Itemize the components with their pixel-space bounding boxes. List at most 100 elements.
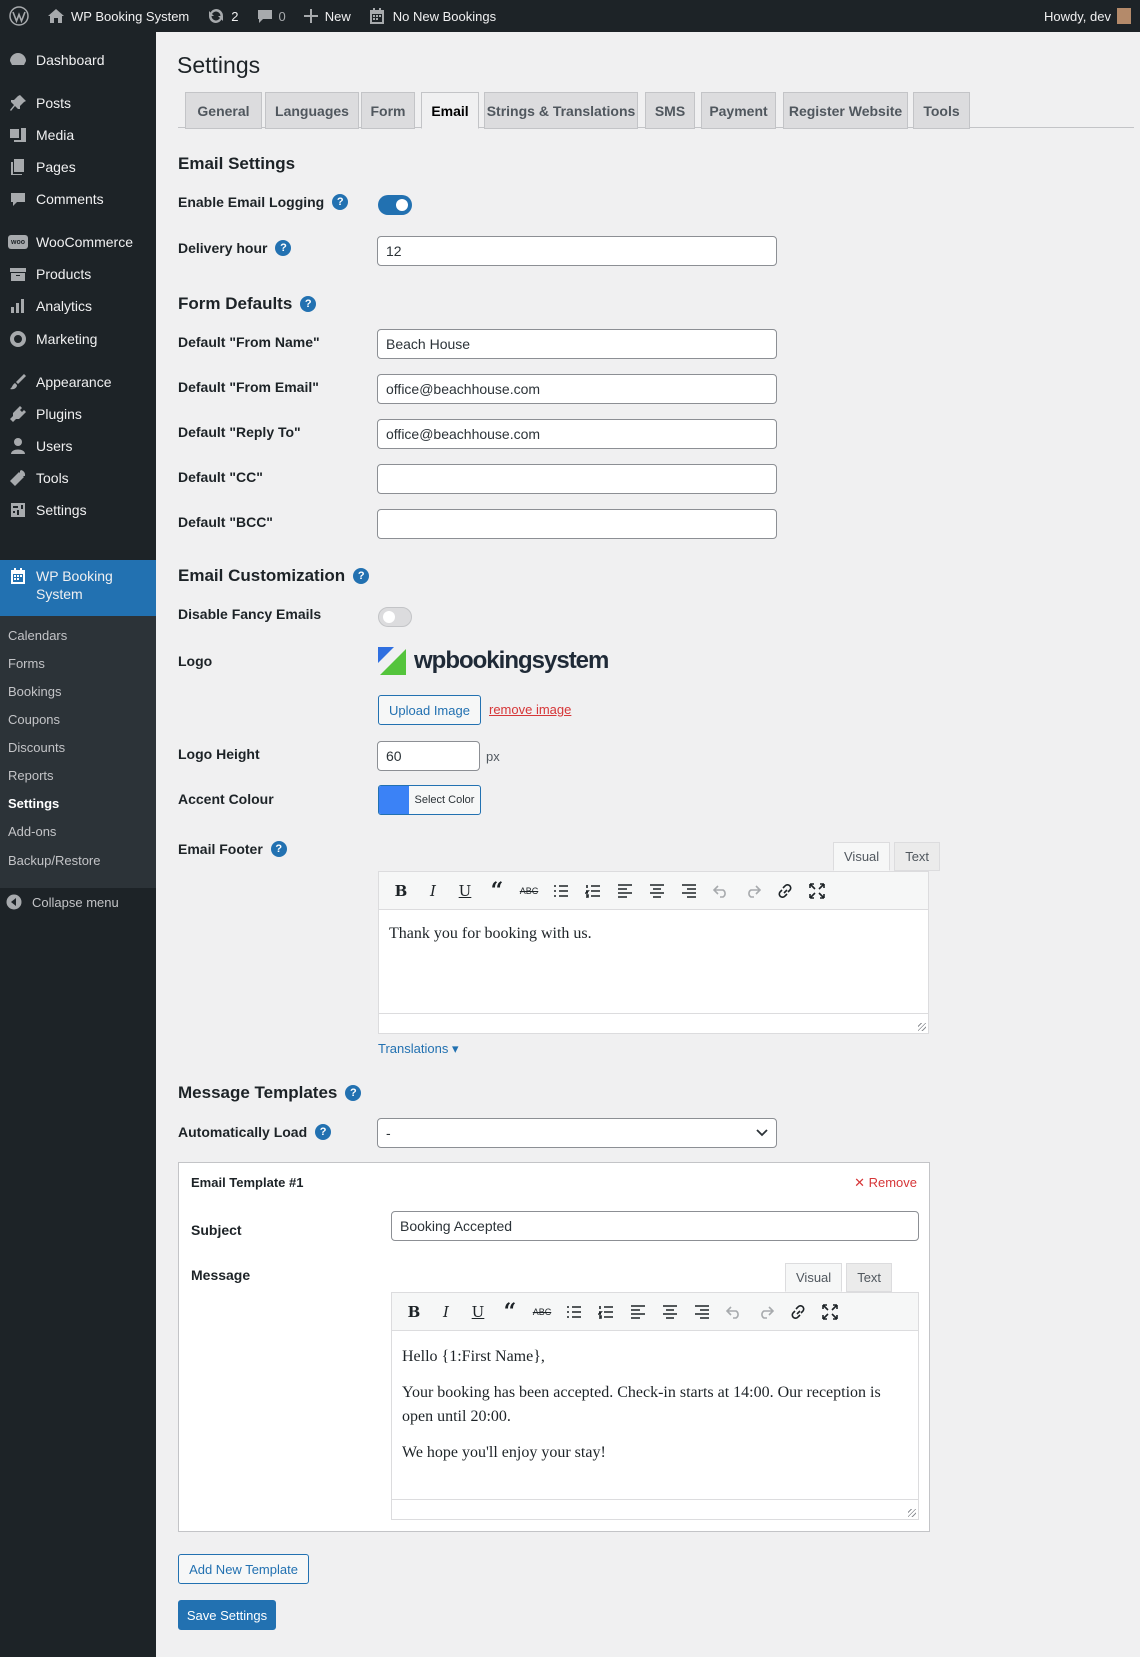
help-icon[interactable]: ? [300, 296, 317, 312]
italic-icon[interactable]: I [430, 1297, 462, 1327]
submenu-settings[interactable]: Settings [8, 796, 59, 811]
numbered-list-icon[interactable] [590, 1297, 622, 1327]
sidebar-item-plugins[interactable]: Plugins [0, 397, 156, 431]
align-right-icon[interactable] [686, 1297, 718, 1327]
upload-image-button[interactable]: Upload Image [378, 695, 481, 725]
align-center-icon[interactable] [654, 1297, 686, 1327]
sidebar-item-products[interactable]: Products [0, 257, 156, 291]
blockquote-icon[interactable]: “ [494, 1297, 526, 1327]
cc-input[interactable] [377, 464, 777, 494]
tab-sms[interactable]: SMS [645, 92, 695, 129]
tab-strings-translations[interactable]: Strings & Translations [484, 92, 638, 129]
message-text-tab[interactable]: Text [846, 1263, 893, 1292]
message-visual-tab[interactable]: Visual [785, 1263, 843, 1292]
tab-form[interactable]: Form [361, 92, 415, 129]
footer-text-tab[interactable]: Text [894, 842, 941, 871]
comments-link[interactable]: 0 [248, 0, 295, 32]
blockquote-icon[interactable]: “ [481, 876, 513, 906]
submenu-forms[interactable]: Forms [8, 656, 45, 671]
new-content-link[interactable]: New [295, 0, 360, 32]
redo-icon[interactable] [737, 876, 769, 906]
reply-to-input[interactable]: office@beachhouse.com [377, 419, 777, 449]
fullscreen-icon[interactable] [814, 1297, 846, 1327]
align-left-icon[interactable] [609, 876, 641, 906]
tab-tools[interactable]: Tools [913, 92, 970, 129]
bullet-list-icon[interactable] [558, 1297, 590, 1327]
footer-editor-content[interactable]: Thank you for booking with us. [379, 910, 928, 970]
sidebar-item-wp-booking-system[interactable]: WP Booking System [0, 560, 156, 616]
sidebar-item-media[interactable]: Media [0, 118, 156, 152]
remove-image-link[interactable]: remove image [489, 702, 571, 717]
resize-handle[interactable] [908, 1509, 916, 1517]
message-editor-content[interactable]: Hello {1:First Name}, Your booking has b… [392, 1331, 918, 1489]
fancy-emails-toggle[interactable] [378, 607, 412, 627]
redo-icon[interactable] [750, 1297, 782, 1327]
help-icon[interactable]: ? [345, 1085, 362, 1101]
help-icon[interactable]: ? [275, 240, 292, 256]
subject-input[interactable]: Booking Accepted [391, 1211, 919, 1241]
translations-toggle[interactable]: Translations ▾ [378, 1041, 458, 1057]
align-center-icon[interactable] [641, 876, 673, 906]
sidebar-item-settings[interactable]: Settings [0, 493, 156, 527]
undo-icon[interactable] [718, 1297, 750, 1327]
submenu-calendars[interactable]: Calendars [8, 628, 67, 643]
site-name-link[interactable]: WP Booking System [38, 0, 198, 32]
submenu-reports[interactable]: Reports [8, 768, 54, 783]
resize-handle[interactable] [918, 1023, 926, 1031]
sidebar-item-tools[interactable]: Tools [0, 461, 156, 495]
link-icon[interactable] [782, 1297, 814, 1327]
underline-icon[interactable]: U [462, 1297, 494, 1327]
tab-general[interactable]: General [185, 92, 262, 129]
italic-icon[interactable]: I [417, 876, 449, 906]
account-link[interactable]: Howdy, dev [1035, 0, 1140, 32]
collapse-menu-button[interactable]: Collapse menu [0, 887, 119, 917]
submenu-discounts[interactable]: Discounts [8, 740, 65, 755]
tab-email[interactable]: Email [421, 92, 479, 129]
help-icon[interactable]: ? [332, 194, 349, 210]
updates-link[interactable]: 2 [198, 0, 247, 32]
sidebar-item-posts[interactable]: Posts [0, 86, 156, 120]
underline-icon[interactable]: U [449, 876, 481, 906]
tab-register-website[interactable]: Register Website [783, 92, 908, 129]
bcc-input[interactable] [377, 509, 777, 539]
sidebar-item-pages[interactable]: Pages [0, 150, 156, 184]
accent-color-picker[interactable]: Select Color [378, 785, 481, 815]
bold-icon[interactable]: B [398, 1297, 430, 1327]
logo-height-input[interactable]: 60 [377, 741, 480, 771]
submenu-bookings[interactable]: Bookings [8, 684, 61, 699]
auto-load-select[interactable]: - [377, 1118, 777, 1148]
fullscreen-icon[interactable] [801, 876, 833, 906]
align-right-icon[interactable] [673, 876, 705, 906]
footer-visual-tab[interactable]: Visual [833, 842, 891, 871]
tab-languages[interactable]: Languages [265, 92, 359, 129]
delivery-hour-input[interactable]: 12 [377, 236, 777, 266]
add-new-template-button[interactable]: Add New Template [178, 1554, 309, 1584]
sidebar-item-appearance[interactable]: Appearance [0, 365, 156, 399]
save-settings-button[interactable]: Save Settings [178, 1600, 276, 1630]
sidebar-item-users[interactable]: Users [0, 429, 156, 463]
strikethrough-icon[interactable]: ABC [526, 1297, 558, 1327]
numbered-list-icon[interactable] [577, 876, 609, 906]
strikethrough-icon[interactable]: ABC [513, 876, 545, 906]
sidebar-item-marketing[interactable]: Marketing [0, 322, 156, 356]
help-icon[interactable]: ? [270, 841, 287, 857]
align-left-icon[interactable] [622, 1297, 654, 1327]
submenu-add-ons[interactable]: Add-ons [8, 824, 56, 839]
remove-template-button[interactable]: ✕ Remove [854, 1175, 917, 1191]
sidebar-item-analytics[interactable]: Analytics [0, 289, 156, 323]
sidebar-item-dashboard[interactable]: Dashboard [0, 43, 156, 77]
tab-payment[interactable]: Payment [701, 92, 776, 129]
submenu-coupons[interactable]: Coupons [8, 712, 60, 727]
email-logging-toggle[interactable] [378, 195, 412, 215]
sidebar-item-comments[interactable]: Comments [0, 182, 156, 216]
from-email-input[interactable]: office@beachhouse.com [377, 374, 777, 404]
bookings-link[interactable]: No New Bookings [360, 0, 505, 32]
bullet-list-icon[interactable] [545, 876, 577, 906]
link-icon[interactable] [769, 876, 801, 906]
from-name-input[interactable]: Beach House [377, 329, 777, 359]
submenu-backup-restore[interactable]: Backup/Restore [8, 853, 101, 868]
wordpress-logo-icon[interactable] [0, 0, 38, 32]
help-icon[interactable]: ? [353, 568, 370, 584]
help-icon[interactable]: ? [315, 1124, 332, 1140]
undo-icon[interactable] [705, 876, 737, 906]
